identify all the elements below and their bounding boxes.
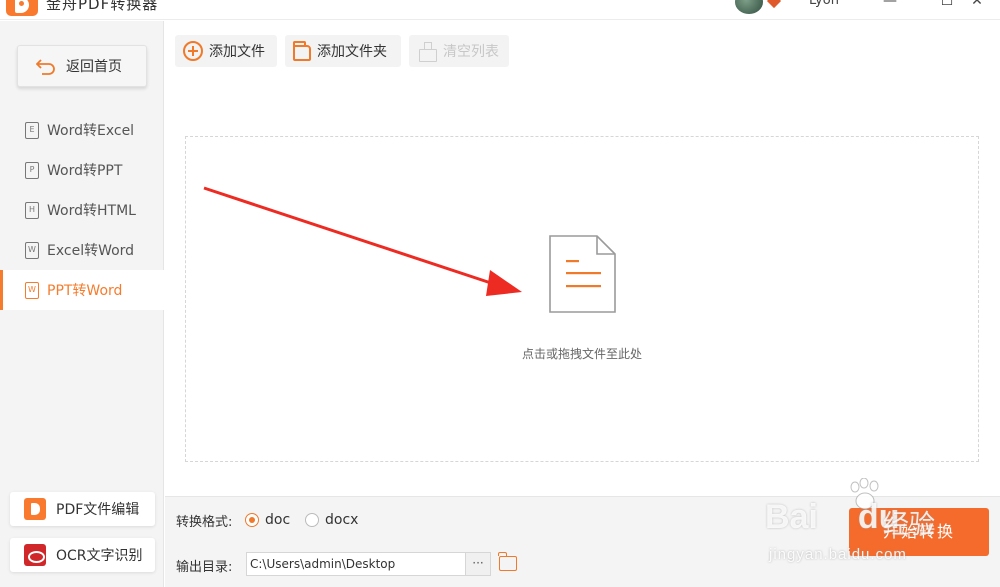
pdf-edit-icon bbox=[24, 498, 46, 520]
vip-badge-icon[interactable] bbox=[766, 0, 782, 9]
format-radio-doc[interactable]: doc bbox=[245, 512, 290, 528]
sidebar-item-label: Word转HTML bbox=[47, 203, 136, 219]
sidebar-item-word-to-ppt[interactable]: P Word转PPT bbox=[0, 150, 164, 190]
sidebar: 返回首页 E Word转Excel P Word转PPT H Word转HTML… bbox=[0, 21, 164, 587]
username[interactable]: Lyon bbox=[809, 0, 839, 8]
close-button[interactable]: ✕ bbox=[967, 0, 987, 11]
sidebar-item-label: PPT转Word bbox=[47, 283, 123, 299]
pdf-edit-link[interactable]: PDF文件编辑 bbox=[10, 492, 155, 526]
output-dir-label: 输出目录: bbox=[176, 560, 233, 575]
back-home-label: 返回首页 bbox=[66, 59, 122, 75]
format-label: 转换格式: bbox=[176, 515, 233, 530]
app-logo-icon bbox=[6, 0, 38, 16]
add-folder-label: 添加文件夹 bbox=[317, 44, 387, 60]
format-radio-docx[interactable]: docx bbox=[305, 512, 358, 528]
sidebar-item-label: Word转PPT bbox=[47, 163, 123, 179]
user-avatar[interactable] bbox=[735, 0, 763, 14]
clear-list-label: 清空列表 bbox=[443, 44, 499, 60]
sidebar-item-word-to-excel[interactable]: E Word转Excel bbox=[0, 110, 164, 150]
add-file-label: 添加文件 bbox=[209, 44, 265, 60]
html-file-icon: H bbox=[25, 201, 39, 219]
sidebar-item-ppt-to-word[interactable]: W PPT转Word bbox=[0, 270, 164, 310]
add-circle-icon bbox=[183, 41, 203, 61]
ocr-eye-icon bbox=[24, 544, 46, 566]
word-file-icon: W bbox=[25, 281, 39, 299]
pdf-edit-label: PDF文件编辑 bbox=[56, 502, 140, 518]
output-path-field[interactable] bbox=[246, 552, 466, 576]
minimize-button[interactable]: — bbox=[880, 0, 900, 11]
sidebar-item-word-to-html[interactable]: H Word转HTML bbox=[0, 190, 164, 230]
add-folder-button[interactable]: 添加文件夹 bbox=[285, 35, 401, 67]
open-folder-icon[interactable] bbox=[498, 552, 517, 571]
ocr-link[interactable]: OCR文字识别 bbox=[10, 538, 155, 572]
app-title: 金舟PDF转换器 bbox=[46, 0, 159, 13]
sidebar-item-excel-to-word[interactable]: W Excel转Word bbox=[0, 230, 164, 270]
back-home-button[interactable]: 返回首页 bbox=[17, 45, 147, 87]
browse-button[interactable]: ··· bbox=[466, 552, 491, 576]
ocr-label: OCR文字识别 bbox=[56, 548, 143, 564]
start-convert-button[interactable]: 开始转换 bbox=[849, 508, 989, 556]
clear-icon bbox=[417, 41, 437, 62]
sidebar-item-label: Excel转Word bbox=[47, 243, 135, 259]
clear-list-button[interactable]: 清空列表 bbox=[409, 35, 509, 67]
maximize-button[interactable]: ☐ bbox=[937, 0, 957, 11]
back-arrow-icon bbox=[35, 56, 56, 76]
format-option-label: doc bbox=[265, 512, 291, 528]
word-file-icon: W bbox=[25, 241, 39, 259]
radio-checked-icon bbox=[245, 513, 259, 527]
ppt-file-icon: P bbox=[25, 161, 39, 179]
radio-unchecked-icon bbox=[305, 513, 319, 527]
document-icon bbox=[547, 234, 617, 314]
sidebar-item-label: Word转Excel bbox=[47, 123, 135, 139]
format-option-label: docx bbox=[325, 512, 359, 528]
folder-icon bbox=[293, 41, 311, 61]
drop-hint: 点击或拖拽文件至此处 bbox=[521, 347, 642, 361]
excel-file-icon: E bbox=[25, 121, 39, 139]
add-file-button[interactable]: 添加文件 bbox=[175, 35, 277, 67]
title-bar: 金舟PDF转换器 Lyon — ☐ ✕ bbox=[0, 0, 1000, 20]
